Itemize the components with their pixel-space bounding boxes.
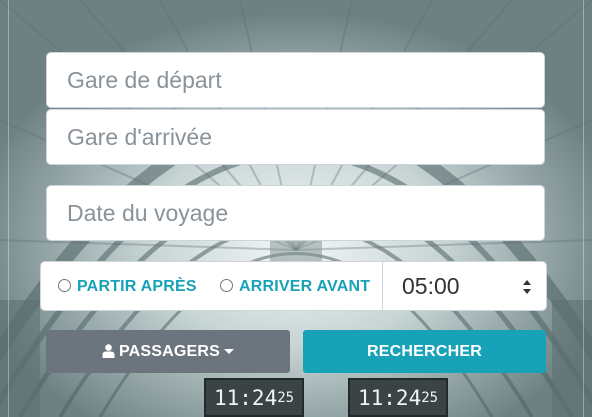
search-button[interactable]: RECHERCHER xyxy=(303,330,546,373)
time-select-value: 05:00 xyxy=(402,272,460,299)
depart-after-option[interactable]: PARTIR APRÈS xyxy=(58,262,197,312)
time-select[interactable]: 05:00 xyxy=(382,261,547,311)
arrive-before-radio[interactable] xyxy=(220,278,233,292)
clock-right-seconds: 25 xyxy=(421,389,439,406)
station-clock-left: 11:24 25 xyxy=(204,378,305,417)
sort-arrows-icon xyxy=(523,280,531,294)
time-options-row: PARTIR APRÈS ARRIVER AVANT 05:00 xyxy=(40,261,547,312)
passengers-dropdown-button[interactable]: PASSAGERS xyxy=(46,330,290,373)
arrival-station-input[interactable] xyxy=(67,123,544,151)
station-clock-right: 11:24 25 xyxy=(348,378,449,417)
passengers-label: PASSAGERS xyxy=(118,342,221,360)
arrive-before-option[interactable]: ARRIVER AVANT xyxy=(220,262,370,312)
arrive-before-label[interactable]: ARRIVER AVANT xyxy=(239,278,370,296)
departure-station-input[interactable] xyxy=(67,66,544,94)
search-label: RECHERCHER xyxy=(367,342,482,360)
user-icon xyxy=(102,343,115,358)
travel-date-input[interactable] xyxy=(67,199,544,227)
arrival-station-field[interactable] xyxy=(46,109,545,165)
clock-left-time: 11:24 xyxy=(214,385,278,410)
depart-after-label[interactable]: PARTIR APRÈS xyxy=(77,278,197,296)
departure-station-field[interactable] xyxy=(46,52,545,108)
travel-date-field[interactable] xyxy=(46,185,545,241)
depart-after-radio[interactable] xyxy=(58,278,71,292)
clock-right-time: 11:24 xyxy=(358,385,422,410)
caret-down-icon xyxy=(224,349,235,354)
clock-left-seconds: 25 xyxy=(277,389,295,406)
